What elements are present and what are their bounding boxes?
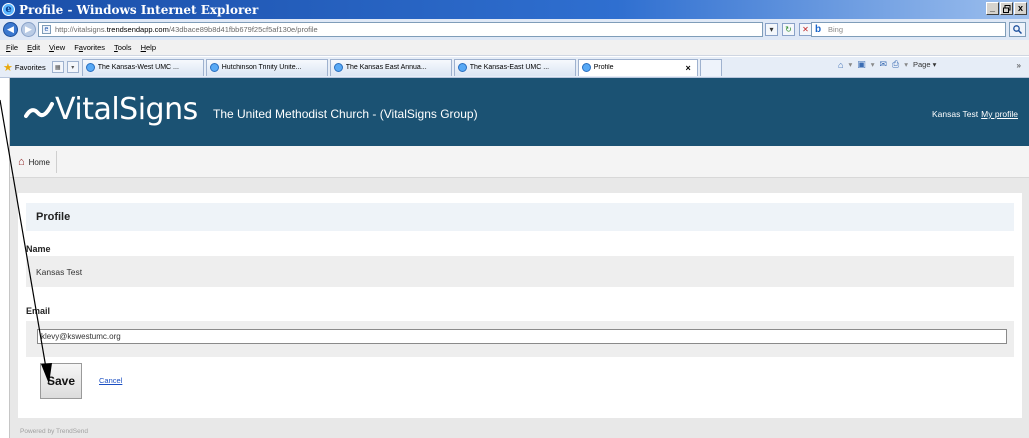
- quick-tabs-icon[interactable]: ▦: [51, 61, 64, 73]
- new-tab-button[interactable]: [699, 58, 722, 76]
- refresh-button[interactable]: ↻: [782, 23, 795, 36]
- dropdown-icon[interactable]: ▾: [871, 60, 875, 69]
- menu-view[interactable]: View: [49, 43, 65, 52]
- user-name: Kansas Test: [932, 109, 979, 119]
- home-cmd-icon[interactable]: ⌂: [838, 60, 843, 70]
- window-title: Profile - Windows Internet Explorer: [19, 2, 259, 17]
- menu-edit[interactable]: Edit: [27, 43, 40, 52]
- address-url[interactable]: http://vitalsigns.trendsendapp.com/43dba…: [55, 25, 318, 34]
- search-placeholder: Bing: [828, 25, 844, 34]
- print-icon[interactable]: ⎙: [892, 59, 899, 70]
- favorites-button[interactable]: Favorites: [15, 63, 46, 72]
- cancel-link[interactable]: Cancel: [99, 376, 122, 385]
- page-content: VitalSigns The United Methodist Church -…: [9, 78, 1029, 438]
- save-button[interactable]: Save: [40, 363, 82, 399]
- menu-bar: File Edit View Favorites Tools Help: [0, 40, 1029, 56]
- email-label: Email: [26, 306, 51, 316]
- toolbar-overflow-icon[interactable]: »: [1017, 61, 1021, 70]
- dropdown-icon[interactable]: ▾: [904, 60, 908, 69]
- home-icon: ⌂: [18, 156, 25, 168]
- command-bar: ⌂ ▾ ▣ ▾ ✉ ⎙ ▾ Page ▾: [838, 59, 936, 70]
- feeds-icon[interactable]: ▣: [857, 59, 866, 70]
- address-tools: ▾ ↻ ✕: [765, 23, 812, 36]
- ie-page-icon: [85, 63, 95, 72]
- menu-file[interactable]: File: [6, 43, 18, 52]
- page-menu[interactable]: Page ▾: [913, 60, 936, 69]
- tab-list-icon[interactable]: ▾: [66, 61, 79, 73]
- email-field[interactable]: klevy@kswestumc.org: [37, 329, 1007, 344]
- search-button[interactable]: [1009, 22, 1026, 37]
- minimize-button[interactable]: _: [986, 2, 999, 15]
- vitalsigns-logo-icon: [24, 102, 54, 118]
- close-tab-icon[interactable]: ×: [685, 63, 690, 73]
- page-title: Profile: [36, 211, 71, 223]
- ie-page-icon: [333, 63, 343, 72]
- favorites-star-icon[interactable]: ★: [3, 61, 13, 74]
- menu-tools[interactable]: Tools: [114, 43, 132, 52]
- app-nav-bar: ⌂ Home: [10, 146, 1029, 178]
- email-row: klevy@kswestumc.org: [26, 321, 1014, 357]
- restore-button[interactable]: [1000, 2, 1013, 15]
- dropdown-icon[interactable]: ▾: [848, 60, 852, 69]
- menu-help[interactable]: Help: [141, 43, 156, 52]
- address-bar[interactable]: e http://vitalsigns.trendsendapp.com/43d…: [38, 22, 763, 37]
- tab-kansas-east-annual[interactable]: The Kansas East Annua...: [329, 58, 452, 76]
- home-nav-button[interactable]: ⌂ Home: [14, 151, 57, 173]
- ie-page-icon: [581, 63, 591, 72]
- ie-page-icon: [457, 63, 467, 72]
- menu-favorites[interactable]: Favorites: [74, 43, 105, 52]
- profile-card: Profile Name Kansas Test Email klevy@ksw…: [18, 193, 1022, 418]
- my-profile-link[interactable]: My profile: [981, 109, 1018, 119]
- page-icon: e: [42, 25, 51, 34]
- powered-by-footer: Powered by TrendSend: [20, 428, 88, 435]
- restore-icon: [1002, 4, 1010, 13]
- favorites-tab-bar: ★ Favorites ▦ ▾ The Kansas-West UMC ... …: [0, 57, 1029, 78]
- window-title-bar: e Profile - Windows Internet Explorer _ …: [0, 0, 1029, 19]
- name-label: Name: [26, 244, 51, 254]
- mail-icon[interactable]: ✉: [879, 59, 887, 70]
- user-area: Kansas Test My profile: [932, 109, 1018, 119]
- bing-icon: b: [815, 23, 822, 35]
- search-icon: [1013, 25, 1022, 34]
- tab-kansas-east-umc[interactable]: The Kansas-East UMC ...: [453, 58, 576, 76]
- back-button[interactable]: ◀: [3, 22, 18, 37]
- home-label: Home: [28, 157, 50, 167]
- window-controls: _ x: [986, 2, 1027, 15]
- close-window-button[interactable]: x: [1014, 2, 1027, 15]
- tab-kansas-west-umc[interactable]: The Kansas-West UMC ...: [81, 58, 204, 76]
- ie-page-icon: [209, 63, 219, 72]
- brand-logo[interactable]: VitalSigns: [55, 92, 198, 127]
- ie-logo-icon: e: [2, 3, 15, 16]
- name-value: Kansas Test: [26, 256, 1014, 287]
- profile-header: Profile: [26, 203, 1014, 231]
- tab-profile[interactable]: Profile ×: [577, 58, 698, 76]
- address-dropdown-button[interactable]: ▾: [765, 23, 778, 36]
- forward-button[interactable]: ▶: [21, 22, 36, 37]
- search-box[interactable]: b Bing: [811, 22, 1006, 37]
- app-header: VitalSigns The United Methodist Church -…: [10, 78, 1029, 146]
- address-toolbar: ◀ ▶ ▾ e http://vitalsigns.trendsendapp.c…: [0, 19, 1029, 40]
- tab-hutchinson-trinity[interactable]: Hutchinson Trinity Unite...: [205, 58, 328, 76]
- organization-name: The United Methodist Church - (VitalSign…: [213, 107, 478, 121]
